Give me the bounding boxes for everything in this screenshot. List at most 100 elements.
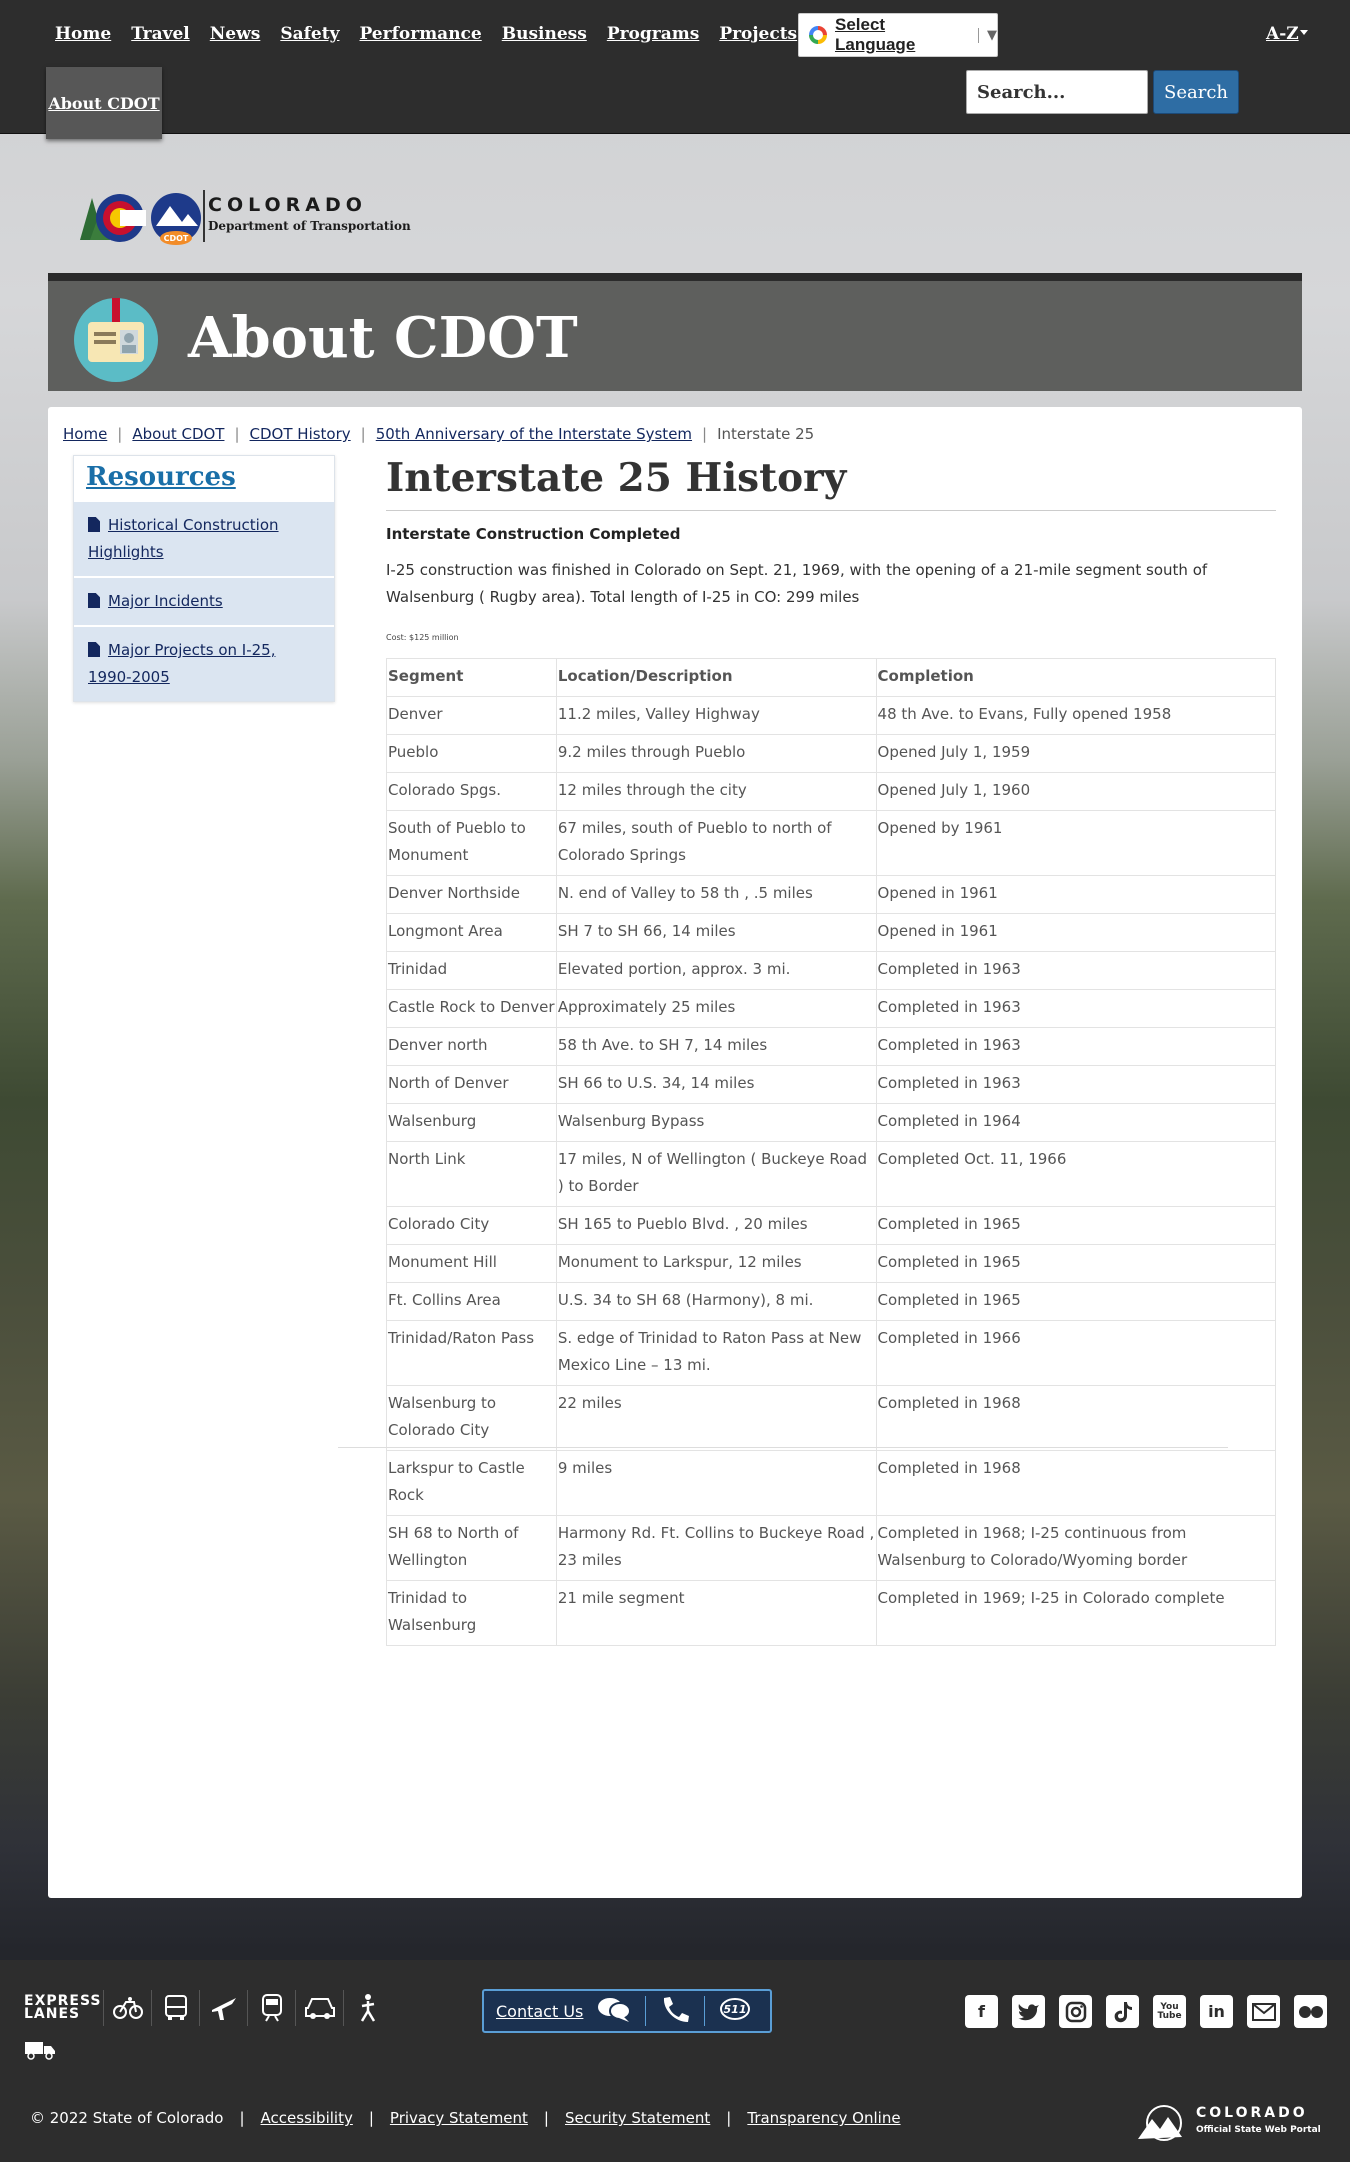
breadcrumb-cdot-history[interactable]: CDOT History bbox=[250, 425, 351, 443]
nav-link-about-cdot[interactable]: About CDOT bbox=[48, 94, 159, 113]
state-logo-tagline: Official State Web Portal bbox=[1196, 2125, 1321, 2135]
contact-us-bar[interactable]: Contact Us 511 bbox=[482, 1989, 772, 2033]
top-navigation: Home Travel News Safety Performance Busi… bbox=[0, 0, 1350, 139]
content-divider bbox=[338, 1447, 1228, 1448]
table-row: Trinidad/Raton Pass S. edge of Trinidad t… bbox=[386, 1320, 1277, 1386]
cell-segment: Walsenburg bbox=[386, 1103, 557, 1142]
a-z-menu[interactable]: A-Z bbox=[1266, 24, 1299, 44]
nav-tab-about-cdot[interactable]: About CDOT bbox=[46, 67, 162, 139]
accessibility-link[interactable]: Accessibility bbox=[261, 2109, 353, 2127]
table-row: Walsenburg Walsenburg Bypass Completed in … bbox=[386, 1103, 1277, 1142]
cell-segment: Pueblo bbox=[386, 734, 557, 773]
table-row: Trinidad Elevated portion, approx. 3 mi. C… bbox=[386, 951, 1277, 990]
cell-location: 58 th Ave. to SH 7, 14 miles bbox=[555, 1027, 877, 1066]
express-lanes-icon[interactable]: EXPRESS LANES bbox=[24, 1990, 104, 2026]
caret-down-icon bbox=[1300, 30, 1308, 35]
nav-link-travel[interactable]: Travel bbox=[131, 24, 190, 44]
cell-location: 21 mile segment bbox=[555, 1580, 877, 1646]
nav-link-programs[interactable]: Programs bbox=[607, 24, 700, 44]
cell-completion: Completed in 1964 bbox=[875, 1103, 1277, 1142]
sidebar-link[interactable]: Historical Construction Highlights bbox=[88, 516, 279, 561]
cell-location: SH 7 to SH 66, 14 miles bbox=[555, 913, 877, 952]
transparency-online-link[interactable]: Transparency Online bbox=[747, 2109, 900, 2127]
table-row: Castle Rock to Denver Approximately 25 mi… bbox=[386, 989, 1277, 1028]
cell-completion: Opened July 1, 1959 bbox=[875, 734, 1277, 773]
search-input[interactable] bbox=[966, 70, 1148, 114]
cell-completion: Completed in 1968; I-25 continuous from … bbox=[875, 1515, 1277, 1581]
nav-link-home[interactable]: Home bbox=[55, 24, 111, 44]
language-selector[interactable]: Select Language ▼ bbox=[798, 13, 998, 57]
privacy-statement-link[interactable]: Privacy Statement bbox=[390, 2109, 528, 2127]
contact-us-link[interactable]: Contact Us bbox=[496, 2002, 583, 2021]
table-row: South of Pueblo to Monument 67 miles, sou… bbox=[386, 810, 1277, 876]
cell-completion: Completed in 1968 bbox=[875, 1450, 1277, 1516]
cell-location: U.S. 34 to SH 68 (Harmony), 8 mi. bbox=[555, 1282, 877, 1321]
nav-link-news[interactable]: News bbox=[210, 24, 261, 44]
cell-segment: Denver north bbox=[386, 1027, 557, 1066]
facebook-icon[interactable]: f bbox=[965, 1995, 998, 2028]
tiktok-icon[interactable] bbox=[1106, 1995, 1139, 2028]
badge-511-icon[interactable]: 511 bbox=[719, 1996, 751, 2026]
cell-completion: Completed in 1965 bbox=[875, 1206, 1277, 1245]
cell-completion: Completed in 1968 bbox=[875, 1385, 1277, 1451]
linkedin-icon[interactable]: in bbox=[1200, 1995, 1233, 2028]
cell-segment: Walsenburg to Colorado City bbox=[386, 1385, 557, 1451]
cdot-logo[interactable]: CDOT COLORADO Department of Transportati… bbox=[78, 190, 418, 246]
pedestrian-icon[interactable] bbox=[344, 1990, 392, 2026]
table-row: Colorado City SH 165 to Pueblo Blvd. , 20… bbox=[386, 1206, 1277, 1245]
table-row: Colorado Spgs. 12 miles through the city O… bbox=[386, 772, 1277, 811]
phone-icon[interactable] bbox=[660, 1995, 690, 2027]
search-button[interactable]: Search bbox=[1153, 70, 1239, 114]
sidebar-item-major-incidents[interactable]: Major Incidents bbox=[74, 576, 334, 625]
cell-location: Approximately 25 miles bbox=[555, 989, 877, 1028]
airplane-icon[interactable] bbox=[200, 1990, 248, 2026]
main-nav: Home Travel News Safety Performance Busi… bbox=[55, 24, 797, 44]
youtube-icon[interactable]: You Tube bbox=[1153, 1995, 1186, 2028]
contact-divider bbox=[645, 1996, 647, 2026]
cell-completion: Opened by 1961 bbox=[875, 810, 1277, 876]
nav-link-safety[interactable]: Safety bbox=[280, 24, 339, 44]
cell-completion: Completed in 1963 bbox=[875, 1027, 1277, 1066]
bicycle-icon[interactable] bbox=[104, 1990, 152, 2026]
sidebar-item-historical-construction[interactable]: Historical Construction Highlights bbox=[74, 500, 334, 576]
bus-icon[interactable] bbox=[152, 1990, 200, 2026]
cell-location: SH 165 to Pueblo Blvd. , 20 miles bbox=[555, 1206, 877, 1245]
cost-note: Cost: $125 million bbox=[386, 633, 459, 642]
table-row: Denver north 58 th Ave. to SH 7, 14 miles… bbox=[386, 1027, 1277, 1066]
nav-link-performance[interactable]: Performance bbox=[359, 24, 481, 44]
legal-separator: | bbox=[368, 2109, 374, 2127]
cell-location: Walsenburg Bypass bbox=[555, 1103, 877, 1142]
truck-icon[interactable] bbox=[24, 2040, 56, 2064]
flickr-icon[interactable] bbox=[1294, 1995, 1327, 2028]
nav-link-business[interactable]: Business bbox=[502, 24, 587, 44]
colorado-state-portal-logo[interactable]: COLORADO Official State Web Portal bbox=[1136, 2103, 1326, 2143]
state-logo-name: COLORADO bbox=[1196, 2105, 1308, 2121]
email-icon[interactable] bbox=[1247, 1995, 1280, 2028]
nav-link-projects[interactable]: Projects bbox=[719, 24, 797, 44]
breadcrumb: Home | About CDOT | CDOT History | 50th … bbox=[63, 425, 814, 443]
breadcrumb-about-cdot[interactable]: About CDOT bbox=[132, 425, 224, 443]
table-header-row: Segment Location/Description Completion bbox=[386, 658, 1277, 697]
sidebar-link[interactable]: Major Projects on I-25, 1990-2005 bbox=[88, 641, 275, 686]
sidebar-item-major-projects[interactable]: Major Projects on I-25, 1990-2005 bbox=[74, 625, 334, 701]
car-icon[interactable] bbox=[296, 1990, 344, 2026]
breadcrumb-separator: | bbox=[360, 425, 366, 443]
train-icon[interactable] bbox=[248, 1990, 296, 2026]
instagram-icon[interactable] bbox=[1059, 1995, 1092, 2028]
breadcrumb-home[interactable]: Home bbox=[63, 425, 107, 443]
chat-icon[interactable] bbox=[597, 1996, 632, 2026]
document-icon bbox=[88, 517, 100, 532]
legal-separator: | bbox=[543, 2109, 549, 2127]
cell-segment: Monument Hill bbox=[386, 1244, 557, 1283]
security-statement-link[interactable]: Security Statement bbox=[565, 2109, 710, 2127]
breadcrumb-50th-anniversary[interactable]: 50th Anniversary of the Interstate Syste… bbox=[376, 425, 692, 443]
contact-divider bbox=[704, 1996, 706, 2026]
cell-segment: North of Denver bbox=[386, 1065, 557, 1104]
sidebar-link[interactable]: Major Incidents bbox=[108, 592, 223, 610]
column-header-completion: Completion bbox=[875, 658, 1277, 697]
twitter-icon[interactable] bbox=[1012, 1995, 1045, 2028]
dropdown-arrow-icon: ▼ bbox=[978, 27, 997, 43]
table-row: North of Denver SH 66 to U.S. 34, 14 mile… bbox=[386, 1065, 1277, 1104]
table-row: Pueblo 9.2 miles through Pueblo Opened Jul… bbox=[386, 734, 1277, 773]
sidebar-title[interactable]: Resources bbox=[74, 456, 334, 500]
